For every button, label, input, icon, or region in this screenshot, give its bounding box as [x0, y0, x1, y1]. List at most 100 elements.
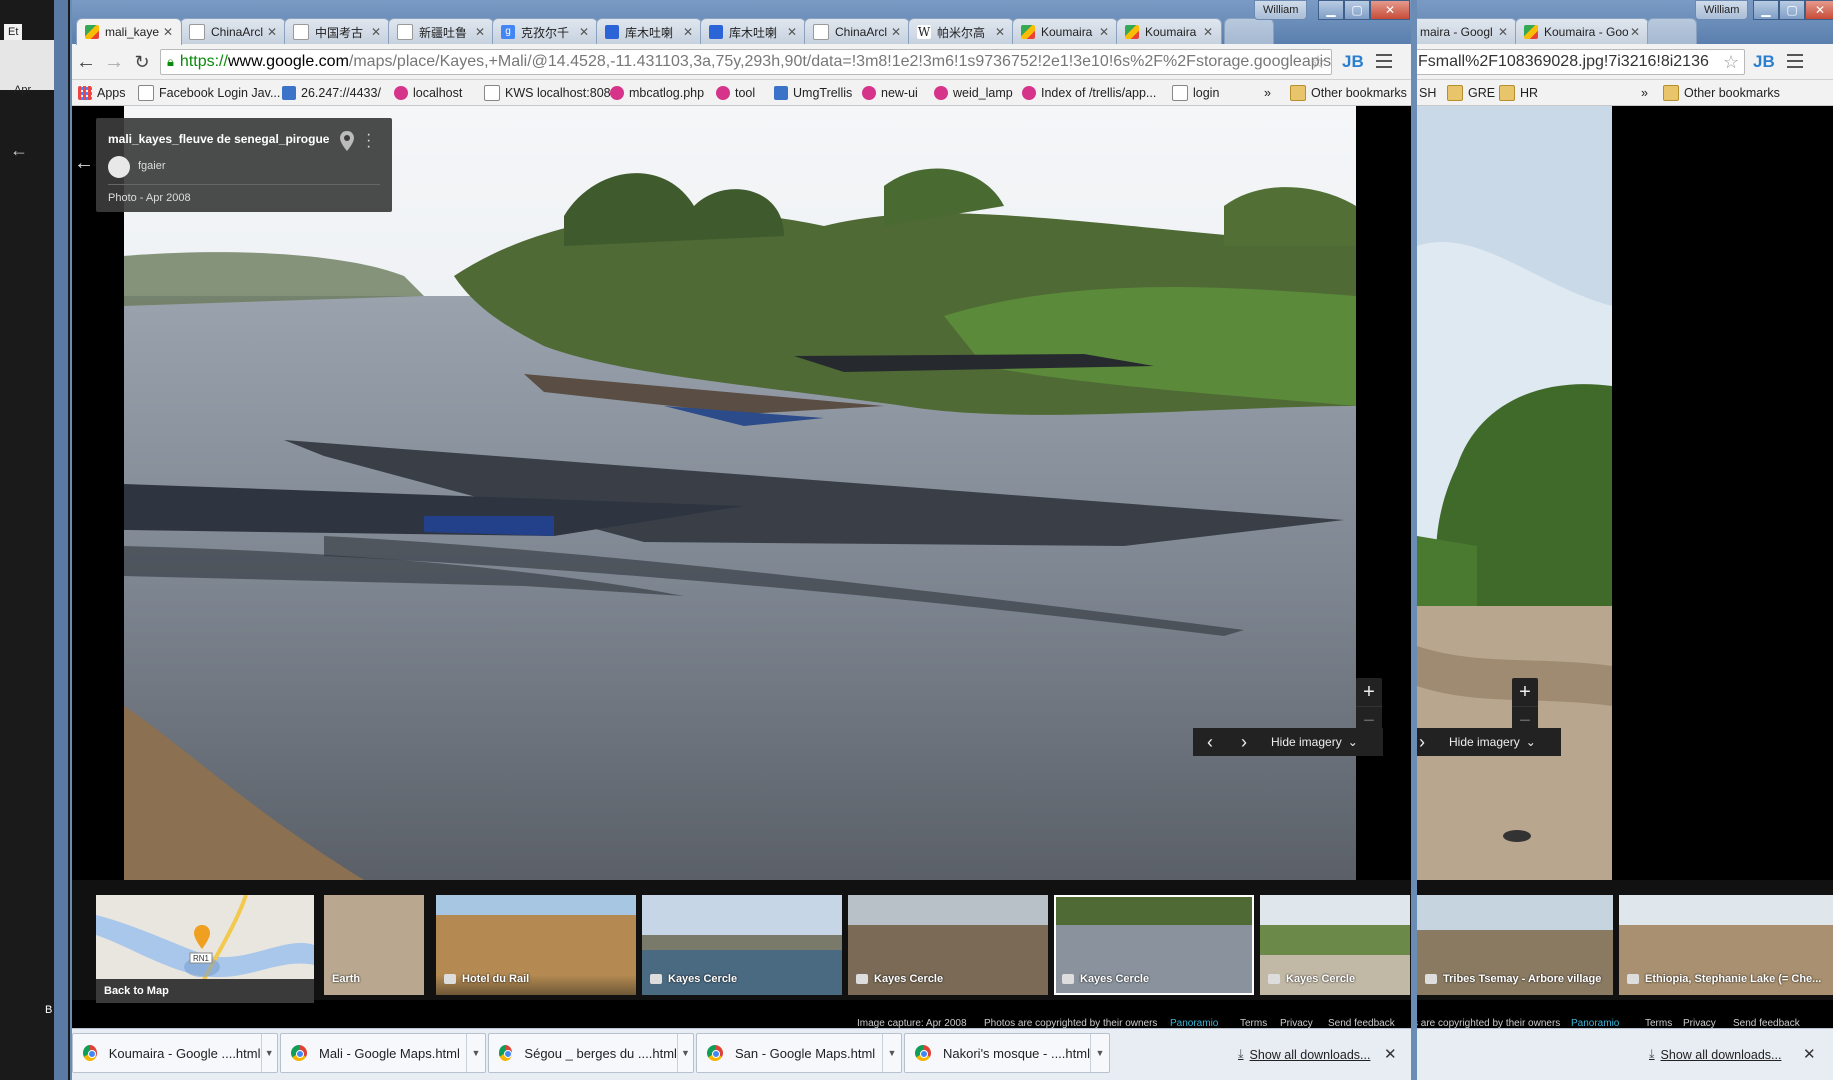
- download-item[interactable]: Mali - Google Maps.html ▼: [280, 1033, 486, 1073]
- bookmark-item[interactable]: tool: [716, 84, 755, 102]
- bookmark-item[interactable]: mbcatlog.php: [610, 84, 704, 102]
- map-pin-icon[interactable]: [338, 130, 356, 152]
- chevron-down-icon[interactable]: ▼: [466, 1034, 485, 1072]
- filmstrip-thumb[interactable]: Kayes Cercle: [848, 895, 1048, 995]
- panorama-photo[interactable]: [1417, 106, 1612, 880]
- download-item[interactable]: Koumaira - Google ....html ▼: [72, 1033, 278, 1073]
- back-button[interactable]: ←: [74, 50, 98, 74]
- filmstrip-thumb[interactable]: Ethiopia, Stephanie Lake (= Che...: [1619, 895, 1833, 995]
- tab[interactable]: ChinaArcl ✕: [180, 18, 286, 45]
- close-icon[interactable]: ✕: [1628, 25, 1642, 39]
- back-to-map-thumb[interactable]: RN1 Back to Map: [96, 895, 314, 1003]
- tab[interactable]: maira - Googl ✕: [1417, 18, 1517, 45]
- maximize-button[interactable]: ▢: [1779, 0, 1805, 20]
- bookmark-item[interactable]: Facebook Login Jav...: [138, 84, 280, 102]
- back-arrow-icon[interactable]: ←: [10, 140, 28, 161]
- bookmarks-overflow-button[interactable]: »: [1641, 84, 1648, 102]
- bookmark-item[interactable]: new-ui: [862, 84, 918, 102]
- minimize-button[interactable]: ▁: [1753, 0, 1779, 20]
- chevron-down-icon[interactable]: ⌄: [1526, 735, 1536, 749]
- bookmark-star-icon[interactable]: ☆: [1310, 52, 1326, 73]
- tab-active[interactable]: mali_kaye ✕: [76, 18, 182, 45]
- close-icon[interactable]: ✕: [577, 25, 591, 39]
- close-icon[interactable]: ✕: [1496, 25, 1510, 39]
- bookmark-folder[interactable]: GRE: [1447, 84, 1495, 102]
- tab[interactable]: Koumaira - Goog ✕: [1515, 18, 1649, 45]
- address-bar[interactable]: Fsmall%2F108369028.jpg!7i3216!8i2136: [1417, 49, 1745, 75]
- user-profile-badge[interactable]: William: [1695, 0, 1749, 20]
- tab[interactable]: Koumaira ✕: [1116, 18, 1222, 45]
- maximize-button[interactable]: ▢: [1344, 0, 1370, 20]
- close-icon[interactable]: ✕: [161, 25, 175, 39]
- close-icon[interactable]: ✕: [369, 25, 383, 39]
- close-window-button[interactable]: ✕: [1805, 0, 1833, 20]
- chevron-down-icon[interactable]: ▼: [260, 1034, 278, 1072]
- close-icon[interactable]: ✕: [1097, 25, 1111, 39]
- close-icon[interactable]: ✕: [473, 25, 487, 39]
- show-all-downloads-link[interactable]: ⤓ Show all downloads...: [1238, 1047, 1370, 1062]
- tab[interactable]: W 帕米尔高 ✕: [908, 18, 1014, 45]
- download-item[interactable]: San - Google Maps.html ▼: [696, 1033, 902, 1073]
- chevron-down-icon[interactable]: ▼: [882, 1034, 901, 1072]
- close-window-button[interactable]: ✕: [1370, 0, 1410, 20]
- chevron-left-icon[interactable]: ‹: [1193, 732, 1227, 753]
- bookmark-item[interactable]: SH: [1419, 84, 1436, 102]
- jetbrains-extension-icon[interactable]: JB: [1753, 52, 1775, 72]
- bookmark-item[interactable]: 26.247://4433/: [282, 84, 381, 102]
- zoom-in-button[interactable]: +: [1512, 678, 1538, 706]
- tab[interactable]: g 克孜尔千 ✕: [492, 18, 598, 45]
- chevron-down-icon[interactable]: ⌄: [1348, 735, 1358, 749]
- close-icon[interactable]: ✕: [1201, 25, 1215, 39]
- tab[interactable]: 库木吐喇 ✕: [596, 18, 702, 45]
- close-icon[interactable]: ✕: [889, 25, 903, 39]
- filmstrip-thumb[interactable]: Tribes Tsemay - Arbore village: [1417, 895, 1613, 995]
- close-downloads-bar-icon[interactable]: ✕: [1803, 1045, 1816, 1063]
- zoom-in-button[interactable]: +: [1356, 678, 1382, 706]
- chevron-down-icon[interactable]: ▼: [676, 1034, 693, 1072]
- bookmark-item[interactable]: localhost: [394, 84, 462, 102]
- close-icon[interactable]: ✕: [785, 25, 799, 39]
- download-item[interactable]: Nakori's mosque - ....html ▼: [904, 1033, 1110, 1073]
- minimize-button[interactable]: ▁: [1318, 0, 1344, 20]
- tab[interactable]: 中国考古 ✕: [284, 18, 390, 45]
- show-all-downloads-link[interactable]: ⤓ Show all downloads...: [1649, 1047, 1781, 1062]
- bookmark-item[interactable]: UmgTrellis: [774, 84, 852, 102]
- filmstrip-thumb[interactable]: Kayes Cercle: [1260, 895, 1410, 995]
- background-tab-stub[interactable]: Et: [4, 24, 23, 40]
- background-bookmark-stub[interactable]: Apr: [14, 84, 31, 96]
- jetbrains-extension-icon[interactable]: JB: [1342, 52, 1364, 72]
- back-arrow-icon[interactable]: ←: [74, 152, 96, 174]
- user-profile-badge[interactable]: William: [1254, 0, 1308, 20]
- filmstrip-thumb-selected[interactable]: Kayes Cercle: [1054, 895, 1254, 995]
- filmstrip-thumb[interactable]: Hotel du Rail: [436, 895, 636, 995]
- chevron-right-icon[interactable]: ›: [1227, 732, 1261, 753]
- download-item[interactable]: Ségou _ berges du ....html ▼: [488, 1033, 694, 1073]
- close-downloads-bar-icon[interactable]: ✕: [1384, 1045, 1397, 1063]
- bookmark-item[interactable]: Index of /trellis/app...: [1022, 84, 1156, 102]
- forward-button[interactable]: →: [102, 50, 126, 74]
- bookmark-star-icon[interactable]: ☆: [1723, 52, 1739, 73]
- tab[interactable]: Koumaira ✕: [1012, 18, 1118, 45]
- tab[interactable]: 库木吐喇 ✕: [700, 18, 806, 45]
- other-bookmarks[interactable]: Other bookmarks: [1290, 84, 1407, 102]
- new-tab-button[interactable]: [1224, 18, 1274, 45]
- bookmark-apps[interactable]: Apps: [78, 84, 126, 102]
- other-bookmarks[interactable]: Other bookmarks: [1663, 84, 1780, 102]
- photo-author[interactable]: fgaier: [138, 160, 166, 172]
- chevron-right-icon[interactable]: ›: [1417, 732, 1439, 753]
- earth-thumb[interactable]: Earth: [324, 895, 424, 995]
- reload-button[interactable]: ↻: [130, 50, 154, 74]
- hide-imagery-button[interactable]: Hide imagery: [1449, 735, 1520, 749]
- bookmarks-overflow-button[interactable]: »: [1264, 84, 1271, 102]
- new-tab-button[interactable]: [1647, 18, 1697, 45]
- filmstrip-thumb[interactable]: Kayes Cercle: [642, 895, 842, 995]
- close-icon[interactable]: ✕: [265, 25, 279, 39]
- bookmark-item[interactable]: login: [1172, 84, 1219, 102]
- photo-title[interactable]: mali_kayes_fleuve de senegal_pirogue: [108, 132, 329, 146]
- tab[interactable]: 新疆吐鲁 ✕: [388, 18, 494, 45]
- panorama-photo[interactable]: [124, 106, 1356, 880]
- bookmark-item[interactable]: KWS localhost:8080: [484, 84, 618, 102]
- close-icon[interactable]: ✕: [993, 25, 1007, 39]
- tab[interactable]: ChinaArcl ✕: [804, 18, 910, 45]
- hide-imagery-button[interactable]: Hide imagery: [1271, 735, 1342, 749]
